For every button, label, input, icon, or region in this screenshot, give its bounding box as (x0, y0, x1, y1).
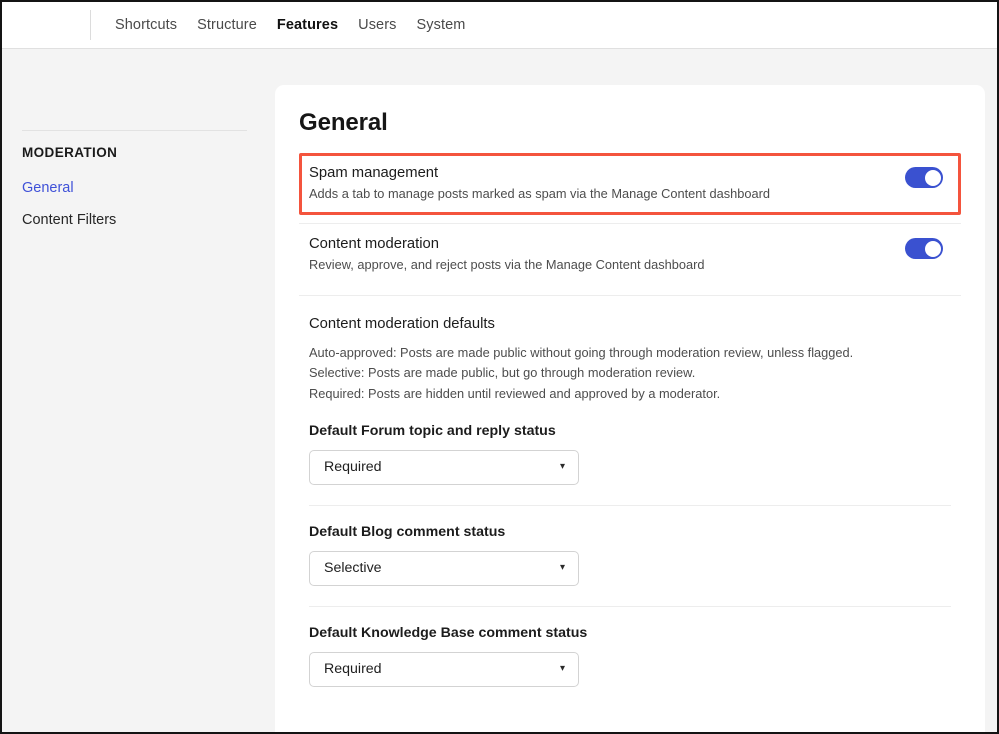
tab-structure[interactable]: Structure (187, 11, 267, 39)
feature-row-spam-management: Spam management Adds a tab to manage pos… (299, 153, 961, 216)
feature-name-content-moderation: Content moderation (309, 236, 439, 253)
topbar-divider (90, 10, 91, 40)
select-value-forum-status: Required (324, 459, 382, 476)
nav-tabs: Shortcuts Structure Features Users Syste… (105, 11, 475, 39)
defaults-line-auto-approved: Auto-approved: Posts are made public wit… (309, 344, 854, 360)
tab-shortcuts[interactable]: Shortcuts (105, 11, 187, 39)
toggle-content-moderation[interactable] (905, 238, 943, 260)
content-card: General Spam management Adds a tab to ma… (275, 85, 985, 732)
tab-users[interactable]: Users (348, 11, 406, 39)
toggle-knob-icon (924, 169, 941, 186)
feature-description-content-moderation: Review, approve, and reject posts via th… (309, 257, 705, 273)
chevron-down-icon: ▾ (559, 663, 565, 675)
content-moderation-defaults: Content moderation defaults Auto-approve… (299, 296, 961, 405)
feature-text-content-moderation: Content moderation Review, approve, and … (309, 236, 905, 273)
defaults-line-selective: Selective: Posts are made public, but go… (309, 365, 696, 381)
toggle-spam-management[interactable] (905, 167, 943, 188)
sidebar-section-heading: MODERATION (22, 145, 118, 160)
select-value-blog-comment-status: Selective (324, 560, 382, 577)
select-group-kb-comment-status: Default Knowledge Base comment status Re… (299, 607, 961, 707)
select-label-forum-status: Default Forum topic and reply status (309, 422, 556, 439)
select-label-kb-comment-status: Default Knowledge Base comment status (309, 624, 588, 641)
defaults-line-required: Required: Posts are hidden until reviewe… (309, 385, 721, 401)
feature-description-spam-management: Adds a tab to manage posts marked as spa… (309, 186, 770, 201)
select-value-kb-comment-status: Required (324, 661, 382, 678)
defaults-title: Content moderation defaults (309, 315, 495, 332)
chevron-down-icon: ▾ (559, 562, 565, 574)
select-label-blog-comment-status: Default Blog comment status (309, 523, 506, 540)
app-window: Shortcuts Structure Features Users Syste… (0, 0, 999, 734)
select-group-forum-status: Default Forum topic and reply status Req… (299, 405, 961, 505)
tab-features[interactable]: Features (267, 11, 348, 39)
select-forum-status[interactable]: Required ▾ (309, 449, 579, 485)
select-group-blog-comment-status: Default Blog comment status Selective ▾ (299, 506, 961, 606)
select-blog-comment-status[interactable]: Selective ▾ (309, 550, 579, 586)
sidebar-item-content-filters[interactable]: Content Filters (22, 212, 116, 228)
top-navigation-bar: Shortcuts Structure Features Users Syste… (2, 2, 997, 49)
feature-text-spam-management: Spam management Adds a tab to manage pos… (309, 165, 905, 202)
sidebar-divider (22, 130, 247, 131)
feature-row-content-moderation: Content moderation Review, approve, and … (299, 224, 961, 286)
select-kb-comment-status[interactable]: Required ▾ (309, 651, 579, 687)
sidebar: MODERATION General Content Filters (2, 49, 275, 732)
sidebar-item-general[interactable]: General (22, 180, 74, 196)
chevron-down-icon: ▾ (559, 461, 565, 473)
feature-name-spam-management: Spam management (309, 165, 439, 181)
tab-system[interactable]: System (407, 11, 476, 39)
page-title: General (299, 109, 388, 136)
toggle-knob-icon (924, 240, 941, 257)
